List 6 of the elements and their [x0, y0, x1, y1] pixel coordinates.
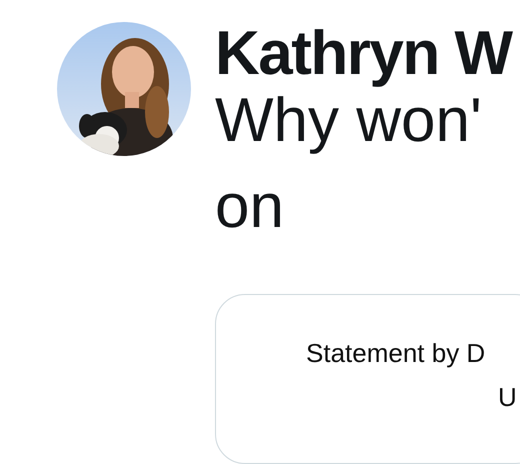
link-card[interactable]: Statement by D U [215, 294, 520, 464]
card-text: Statement by D [306, 337, 486, 370]
author-name: Kathryn W [215, 22, 514, 86]
post-text: Why won' [215, 86, 482, 157]
post-text: on [215, 171, 284, 243]
card-text: U [498, 381, 517, 414]
